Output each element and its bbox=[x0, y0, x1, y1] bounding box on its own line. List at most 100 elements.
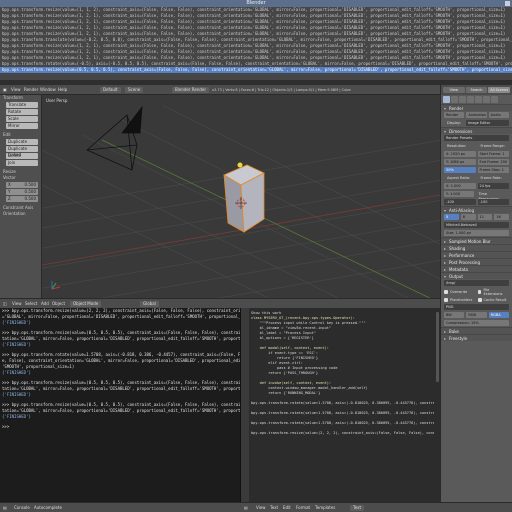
world-context-icon[interactable] bbox=[467, 96, 474, 103]
rotate-button[interactable]: Rotate bbox=[6, 109, 38, 115]
text-menu-view[interactable]: View bbox=[256, 505, 266, 511]
text-menu-edit[interactable]: Edit bbox=[283, 505, 291, 511]
menu-render[interactable]: Render bbox=[24, 87, 38, 93]
aa-sample-16[interactable]: 16 bbox=[494, 214, 509, 220]
footer-menu-add[interactable]: Add bbox=[41, 301, 49, 307]
camera-object[interactable] bbox=[86, 105, 143, 171]
text-menu-format[interactable]: Format bbox=[296, 505, 310, 511]
close-window-button[interactable] bbox=[505, 1, 510, 6]
aspect-y-field[interactable]: Y: 1.000 bbox=[444, 191, 474, 197]
editor-type-icon[interactable]: ◫ bbox=[3, 301, 7, 307]
vector-x-field[interactable]: X 0.500 bbox=[6, 182, 38, 188]
compression-slider[interactable]: Compression: 15% bbox=[444, 320, 509, 326]
autocomplete-menu[interactable]: Autocomplete bbox=[34, 505, 62, 511]
tab-search[interactable]: Search bbox=[465, 87, 488, 93]
animation-button[interactable]: Animation bbox=[466, 112, 487, 118]
audio-button[interactable]: Audio bbox=[488, 112, 509, 118]
duplicate-button[interactable]: Duplicate bbox=[6, 139, 38, 145]
duplicate-linked-button[interactable]: Duplicate Linked bbox=[6, 146, 38, 157]
end-frame-field[interactable]: End Frame: 250 bbox=[477, 159, 509, 165]
shading-section[interactable]: Shading bbox=[441, 244, 512, 252]
info-log[interactable]: bpy.ops.transform.resize(value=(1, 1, 2)… bbox=[0, 7, 512, 82]
cache-result-checkbox[interactable]: Cache Result bbox=[477, 298, 510, 302]
frame-step-field[interactable]: Frame Step: 1 bbox=[477, 167, 509, 173]
scene-context-icon[interactable] bbox=[459, 96, 466, 103]
text-scrollbar[interactable] bbox=[436, 312, 439, 382]
render-engine-dropdown[interactable]: Blender Render bbox=[172, 87, 210, 93]
tab-view[interactable]: View bbox=[443, 87, 465, 93]
render-button[interactable]: Render bbox=[444, 112, 465, 118]
console-menu[interactable]: Console bbox=[14, 505, 30, 511]
console-prompt[interactable]: >>> bbox=[0, 424, 240, 430]
motion-blur-section[interactable]: Sampled Motion Blur bbox=[441, 237, 512, 245]
scene-dropdown[interactable]: Scene bbox=[125, 87, 144, 93]
render-section[interactable]: Render bbox=[441, 104, 512, 112]
cube-object[interactable] bbox=[223, 164, 265, 233]
display-dropdown[interactable]: Image Editor bbox=[465, 120, 509, 126]
file-extensions-checkbox[interactable]: File Extensions bbox=[477, 288, 510, 296]
layers-context-icon[interactable] bbox=[451, 96, 458, 103]
aa-sample-11[interactable]: 11 bbox=[477, 214, 493, 220]
aa-filter-size-field[interactable]: Size: 1.000 px bbox=[444, 230, 509, 236]
overwrite-checkbox[interactable]: Overwrite bbox=[444, 288, 476, 296]
delete-button[interactable]: Delete bbox=[6, 153, 38, 159]
edit-header[interactable]: Edit bbox=[0, 132, 41, 138]
aspect-x-field[interactable]: X: 1.000 bbox=[444, 183, 476, 189]
freestyle-section[interactable]: Freestyle bbox=[441, 334, 512, 342]
resolution-y-field[interactable]: Y: 1080 px bbox=[444, 159, 476, 165]
performance-section[interactable]: Performance bbox=[441, 251, 512, 259]
color-bw-button[interactable]: BW bbox=[444, 312, 465, 318]
modifiers-context-icon[interactable] bbox=[491, 96, 498, 103]
text-editor[interactable]: Show this work class MYSERV_OT_(recent.bp… bbox=[240, 308, 440, 502]
placeholders-checkbox[interactable]: Placeholders bbox=[444, 298, 476, 302]
output-section[interactable]: Output bbox=[441, 272, 512, 280]
menu-view[interactable]: View bbox=[11, 87, 21, 93]
3d-viewport[interactable]: User Persp bbox=[42, 95, 440, 298]
mode-dropdown[interactable]: Object Mode bbox=[70, 301, 102, 307]
text-menu-text[interactable]: Text bbox=[270, 505, 278, 511]
color-rgb-button[interactable]: RGB bbox=[466, 312, 487, 318]
menu-window[interactable]: Window bbox=[40, 87, 56, 93]
tab-all-scenes[interactable]: All Scenes bbox=[488, 87, 511, 93]
lamp-object[interactable] bbox=[237, 162, 243, 168]
aa-filter-dropdown[interactable]: Mitchell-Netravali bbox=[444, 222, 509, 228]
layout-dropdown[interactable]: Default bbox=[100, 87, 121, 93]
bake-section[interactable]: Bake bbox=[441, 327, 512, 335]
object-context-icon[interactable] bbox=[475, 96, 482, 103]
constraints-context-icon[interactable] bbox=[483, 96, 490, 103]
transform-header[interactable]: Transform bbox=[0, 95, 41, 101]
render-context-icon[interactable] bbox=[443, 96, 450, 103]
text-datablock-dropdown[interactable]: Text bbox=[350, 505, 365, 511]
menu-help[interactable]: Help bbox=[58, 87, 67, 93]
console-editor-icon[interactable]: ▤ bbox=[3, 505, 7, 511]
post-processing-section[interactable]: Post Processing bbox=[441, 258, 512, 266]
translate-button[interactable]: Translate bbox=[6, 102, 38, 108]
anti-aliasing-section[interactable]: Anti-Aliasing bbox=[441, 206, 512, 214]
output-path-field[interactable]: /tmp/ bbox=[444, 280, 509, 286]
color-rgba-button[interactable]: RGBA bbox=[488, 312, 509, 318]
vector-y-field[interactable]: Y 0.500 bbox=[6, 189, 38, 195]
orientation-dropdown[interactable]: Global bbox=[140, 301, 159, 307]
editor-type-icon[interactable]: ▣ bbox=[3, 87, 7, 93]
remap-new-field[interactable]: -100 bbox=[477, 199, 509, 205]
aa-sample-8[interactable]: 8 bbox=[460, 214, 476, 220]
footer-menu-select[interactable]: Select bbox=[25, 301, 37, 307]
text-editor-icon[interactable]: ▤ bbox=[244, 505, 248, 511]
text-menu-templates[interactable]: Templates bbox=[315, 505, 335, 511]
footer-menu-view[interactable]: View bbox=[12, 301, 22, 307]
metadata-section[interactable]: Metadata bbox=[441, 265, 512, 273]
resolution-percent-slider[interactable]: 50% bbox=[444, 167, 476, 173]
dimensions-section[interactable]: Dimensions bbox=[441, 127, 512, 135]
render-presets-dropdown[interactable]: Render Presets bbox=[444, 135, 509, 141]
resolution-x-field[interactable]: X: 1920 px bbox=[444, 151, 476, 157]
log-line[interactable]: bpy.ops.transform.resize(value=(0.5, 0.5… bbox=[0, 67, 512, 73]
remap-old-field[interactable]: -100 bbox=[444, 199, 476, 205]
aa-sample-5[interactable]: 5 bbox=[444, 214, 459, 220]
start-frame-field[interactable]: Start Frame: 1 bbox=[477, 151, 509, 157]
frame-rate-dropdown[interactable]: 24 fps bbox=[477, 183, 509, 189]
scale-button[interactable]: Scale bbox=[6, 116, 38, 122]
code-area[interactable]: Show this work class MYSERV_OT_(recent.bp… bbox=[251, 311, 434, 436]
file-format-dropdown[interactable]: PNG bbox=[444, 304, 509, 310]
footer-menu-object[interactable]: Object bbox=[52, 301, 65, 307]
python-console[interactable]: >>> bpy.ops.transform.resize(value=(2, 2… bbox=[0, 308, 240, 502]
